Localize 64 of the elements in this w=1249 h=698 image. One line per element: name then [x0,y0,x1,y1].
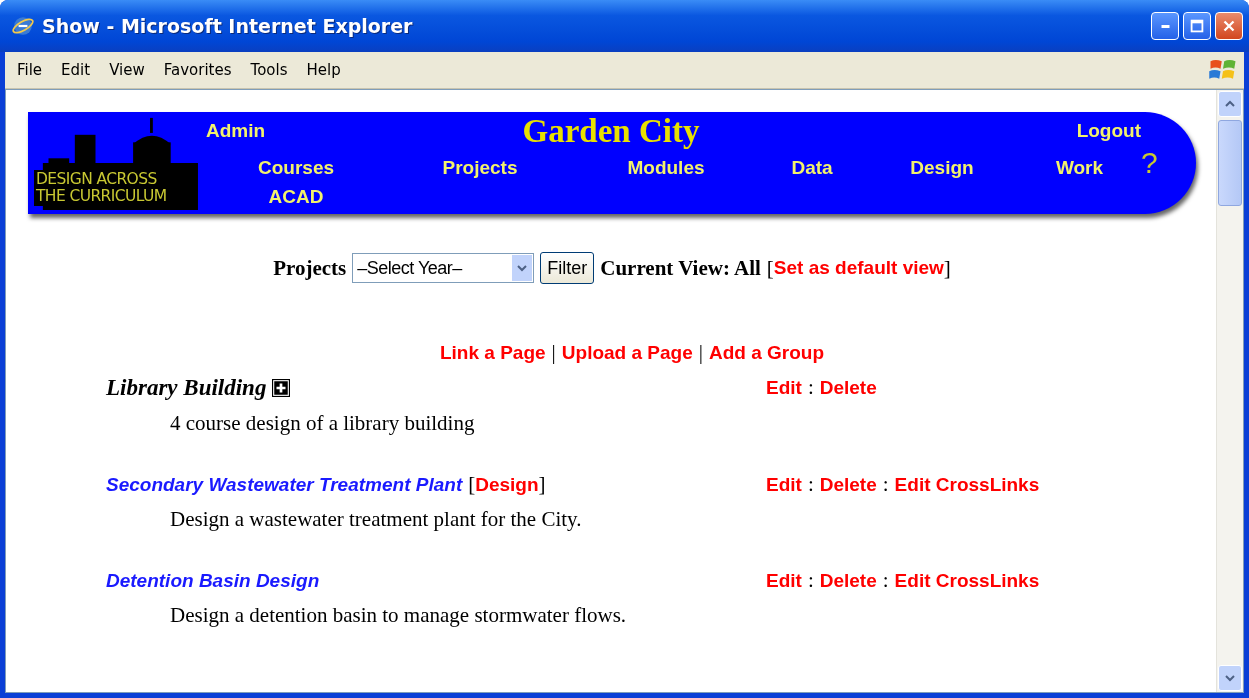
minimize-icon [1160,24,1170,28]
action-link[interactable]: Edit CrossLinks [894,474,1040,496]
nav-link[interactable]: Design [910,157,974,179]
bracket-text: [ [766,255,774,281]
nav-link[interactable]: Courses [258,157,334,179]
bracket-text: ] [538,472,546,497]
current-view-text: Current View: All [600,255,761,281]
nav-link[interactable]: Modules [627,157,705,179]
separator-text: : [807,568,814,593]
bracket-text: [ [468,472,476,497]
nav-link[interactable]: Admin [206,120,266,142]
menu-item[interactable]: Edit [55,61,104,79]
expand-icon[interactable] [272,379,291,397]
nav-link[interactable]: Data [791,157,833,179]
globe-e-icon [12,15,34,37]
window-title: Show - Microsoft Internet Explorer [42,15,414,37]
nav-link[interactable]: ACAD [268,186,324,208]
separator-text: : [882,568,889,593]
menu-item[interactable]: View [103,61,158,79]
scroll-up-icon[interactable] [1218,91,1242,117]
action-link[interactable]: Delete [819,474,877,496]
minimize-button[interactable] [1151,12,1179,40]
action-link[interactable]: Edit [766,474,802,496]
tag-link[interactable]: Design [475,473,539,496]
maximize-button[interactable] [1183,12,1211,40]
scroll-thumb[interactable] [1218,120,1242,206]
description-text: Design a detention basin to manage stormwater flows. [169,603,628,628]
project-link[interactable]: Secondary Wastewater Treatment Plant [106,473,463,496]
scrollbar[interactable] [1216,90,1243,692]
description-text: Design a wastewater treatment plant for the City. [169,507,583,532]
separator-text: : [807,375,814,400]
action-link[interactable]: Edit [766,377,802,399]
separator-text: : [882,472,889,497]
group-title: Library Building [106,375,267,401]
description-text: 4 course design of a library building [169,411,476,436]
menu-item[interactable]: Favorites [157,61,245,79]
year-dropdown[interactable]: –Select Year– [352,253,535,283]
separator-text: : [807,472,814,497]
logo-text: DESIGN ACROSS THE CURRICULUM [34,170,169,206]
filter-label: Projects [273,255,347,281]
bracket-text: ] [943,255,951,281]
maximize-icon [1188,17,1206,35]
nav-link[interactable]: Projects [442,157,518,179]
nav-link[interactable]: Work [1055,157,1104,179]
action-link[interactable]: Edit CrossLinks [894,570,1040,592]
separator-text: | [698,340,703,365]
separator-text: | [551,340,556,365]
action-link[interactable]: Link a Page [440,342,546,364]
menu-item[interactable]: Tools [244,61,301,79]
close-button[interactable] [1215,12,1243,40]
filter-button[interactable]: Filter [540,252,595,284]
default-view-link[interactable]: Set as default view [773,257,944,279]
action-link[interactable]: Edit [766,570,802,592]
menu-item[interactable]: File [11,61,56,79]
action-link[interactable]: Upload a Page [561,342,693,364]
help-link[interactable]: ? [1141,146,1158,180]
project-link[interactable]: Detention Basin Design [106,569,320,592]
site-title: Garden City [522,113,700,150]
logout-link[interactable]: Logout [1076,120,1141,142]
scroll-down-icon[interactable] [1218,665,1242,691]
action-link[interactable]: Delete [819,377,877,399]
action-link[interactable]: Delete [819,570,877,592]
action-link[interactable]: Add a Group [708,342,824,364]
menu-item[interactable]: Help [300,61,354,79]
